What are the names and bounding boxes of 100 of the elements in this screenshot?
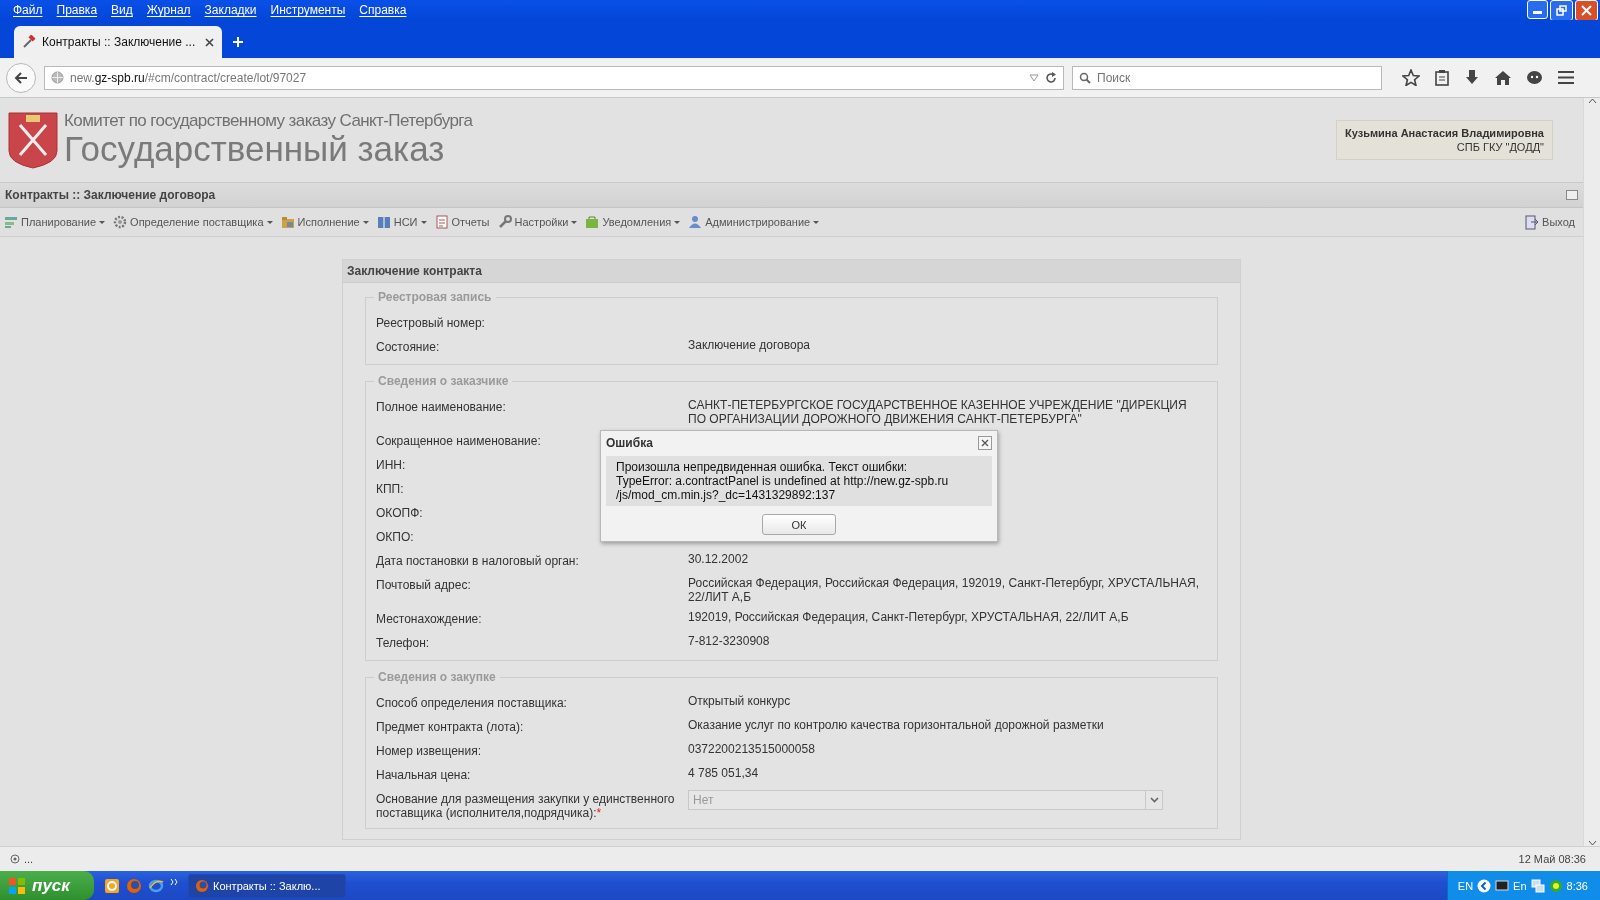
field-label: Основание для размещения закупки у единственного поставщика (исполнителя,подрядчика):* [376,792,676,820]
dialog-title: Ошибка [606,436,653,450]
start-button[interactable]: пуск [0,871,94,900]
toolbar-menu-button[interactable]: Определение поставщика [113,215,273,229]
chevron-left-icon[interactable] [1477,878,1492,893]
section-legend: Сведения о заказчике [374,374,513,388]
menu-item[interactable]: Файл [6,3,50,17]
field-value: 4 785 051,34 [688,766,760,780]
scroll-down-icon [1587,840,1597,846]
search-field[interactable]: Поиск [1072,65,1382,90]
field-label: Полное наименование: [376,400,506,414]
toolbar-menu-button[interactable]: Планирование [4,215,106,229]
exit-door-icon [1525,214,1540,230]
field-label: Состояние: [376,340,440,354]
section-legend: Сведения о закупке [374,670,500,684]
panel-title: Контракты :: Заключение договора [5,188,216,202]
chevron-right-icon[interactable] [170,877,178,886]
briefcase-icon [585,215,600,229]
field-value: Оказание услуг по контролю качества горизонтальной дорожной разметки [688,718,1105,732]
field-value: Открытый конкурс [688,694,792,708]
person-icon [688,215,703,229]
document-icon [434,215,449,229]
status-text: ... [24,853,34,865]
user-organization: СПБ ГКУ "ДОДД" [1456,141,1544,153]
reload-icon[interactable] [1045,71,1057,84]
toolbar-menu-button[interactable]: Уведомления [585,215,681,229]
field-label: Дата постановки в налоговый орган: [376,554,579,568]
toolbar-menu-button[interactable]: НСИ [376,215,427,229]
field-label: Предмет контракта (лота): [376,720,524,734]
organization-name: Комитет по государственному заказу Санкт-Петербурга [64,112,473,130]
home-icon[interactable] [1494,69,1512,86]
close-button[interactable] [978,436,992,450]
monitor-icon[interactable] [1495,878,1510,893]
clock: 8:36 [1566,879,1588,892]
ok-button[interactable]: ОК [762,514,836,535]
hammer-icon [22,35,36,49]
ie-browser-icon[interactable] [148,877,164,894]
field-value: 0372200213515000058 [688,742,816,756]
field-label: ОКПО: [376,530,414,544]
logout-button[interactable]: Выход [1525,214,1575,230]
chat-bubble-icon[interactable] [1526,69,1543,86]
field-label: Местонахождение: [376,612,482,626]
back-button[interactable] [6,62,36,93]
language-indicator[interactable]: EN [1457,879,1474,892]
field-label: Телефон: [376,636,430,650]
field-label: Начальная цена: [376,768,471,782]
book-icon [376,215,391,229]
input-method-indicator[interactable]: En [1513,879,1527,892]
clipboard-icon[interactable] [1434,69,1450,86]
scrollbar[interactable] [1583,98,1600,846]
list-icon [4,215,18,229]
field-label: ОКОПФ: [376,506,423,520]
wrench-icon [497,215,512,229]
field-label: Реестровый номер: [376,316,485,330]
form-title: Заключение контракта [347,264,482,278]
close-icon[interactable] [205,37,214,47]
gears-icon [113,215,128,229]
taskbar-window-button[interactable]: Контракты :: Заклю... [188,873,346,898]
toolbar-menu-button[interactable]: Отчеты [434,215,490,229]
menu-item[interactable]: Инструменты [263,3,353,17]
mail-app-icon[interactable] [104,877,120,894]
user-name: Кузьмина Анастасия Владимировна [1345,127,1544,139]
toolbar-menu-button[interactable]: Настройки [497,215,578,229]
menu-item[interactable]: Справка [352,3,414,17]
network-icon[interactable] [1530,878,1545,893]
minimize-icon [1533,10,1542,14]
star-icon[interactable] [1402,69,1420,86]
toolbar-menu-button[interactable]: Исполнение [280,215,369,229]
back-arrow-icon [14,71,28,84]
chevron-down-icon [1149,797,1159,803]
plus-icon[interactable] [232,36,244,48]
windows-flag-icon [8,876,26,895]
download-icon[interactable] [1464,69,1480,86]
menu-icon[interactable] [1557,70,1575,85]
restore-icon [1556,4,1567,16]
site-title: Государственный заказ [64,130,446,168]
field-value: 30.12.2002 [688,552,750,566]
address-field[interactable]: new.gz-spb.ru/#cm/contract/create/lot/97027 [44,65,1064,90]
menu-item[interactable]: Закладки [197,3,264,17]
minimize-button[interactable] [1527,0,1548,19]
globe-icon [10,854,20,864]
collapse-button[interactable] [1566,190,1578,200]
field-label: КПП: [376,482,404,496]
menu-item[interactable]: Вид [104,3,140,17]
section-legend: Реестровая запись [374,290,496,304]
toolbar-menu-button[interactable]: Администрирование [688,215,820,229]
menu-item[interactable]: Журнал [139,3,198,17]
fox-browser-icon [195,878,209,893]
error-message: Произошла непредвиденная ошибка. Текст ошибки: TypeError: a.contractPanel is undefined at http://new.gz-spb.ru /js/mod_cm.min.js?_dc=1431329892:137 [606,456,992,506]
field-label: Сокращенное наименование: [376,434,541,448]
menu-item[interactable]: Правка [49,3,105,17]
field-value: Российская Федерация, Российская Федерация, 192019, Санкт-Петербург, ХРУСТАЛЬНАЯ, 22/ЛИТ А,Б [688,576,1201,604]
field-label: Номер извещения: [376,744,481,758]
field-value: Заключение договора [688,338,812,352]
scroll-up-icon [1587,98,1597,104]
restore-button[interactable] [1550,0,1573,21]
field-label: Почтовый адрес: [376,578,471,592]
browser-tab[interactable]: Контракты :: Заключение ... [14,26,222,58]
search-icon [1079,71,1091,84]
status-date: 12 Май 08:36 [1518,853,1586,865]
